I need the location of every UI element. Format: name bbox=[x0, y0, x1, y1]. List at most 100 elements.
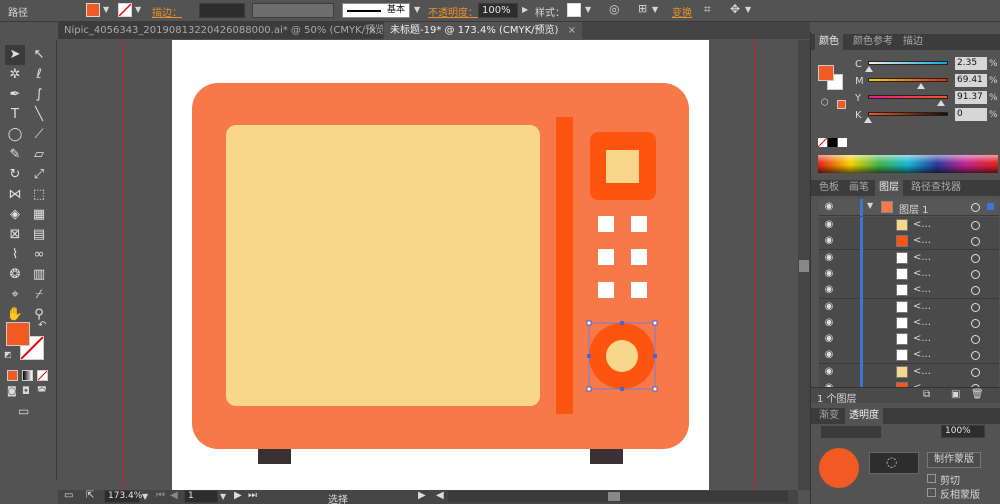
invert-mask-checkbox[interactable] bbox=[927, 488, 936, 497]
magic-wand-tool-icon[interactable]: ✲ bbox=[5, 65, 25, 85]
tab-color-guide[interactable]: 颜色参考 bbox=[849, 34, 897, 50]
prev-page-icon[interactable]: ◀ bbox=[170, 490, 178, 501]
opacity-label[interactable]: 不透明度： bbox=[428, 4, 478, 19]
eye-icon[interactable]: ◉ bbox=[821, 284, 837, 296]
screen-mode-icon[interactable]: ▭ bbox=[18, 404, 29, 418]
scrollbar-thumb[interactable] bbox=[799, 260, 809, 272]
chevron-right-icon[interactable]: ▶ bbox=[522, 5, 528, 14]
transparency-opacity-field[interactable]: 100% bbox=[941, 425, 985, 438]
close-icon[interactable]: × bbox=[568, 22, 576, 39]
page-field[interactable]: 1 bbox=[184, 490, 218, 503]
chevron-down-icon[interactable]: ▼ bbox=[135, 5, 141, 14]
target-icon[interactable] bbox=[971, 237, 980, 247]
eye-icon[interactable]: ◉ bbox=[821, 235, 837, 247]
chevron-down-icon[interactable]: ▼ bbox=[414, 5, 420, 14]
target-icon[interactable] bbox=[971, 286, 980, 296]
eye-icon[interactable]: ◉ bbox=[821, 333, 837, 345]
tab-layers[interactable]: 图层 bbox=[875, 180, 903, 196]
black-swatch[interactable] bbox=[828, 138, 837, 147]
none-mode-icon[interactable] bbox=[37, 370, 48, 381]
stroke-label[interactable]: 描边： bbox=[152, 4, 182, 19]
paintbrush-tool-icon[interactable]: ⟋ bbox=[29, 125, 49, 145]
channel-k-value[interactable]: 0 bbox=[955, 108, 987, 121]
clip-checkbox[interactable] bbox=[927, 474, 936, 483]
shape-builder-tool-icon[interactable]: ◈ bbox=[5, 205, 25, 225]
sublayer-name[interactable]: <... bbox=[913, 333, 931, 344]
rotate-tool-icon[interactable]: ↻ bbox=[5, 165, 25, 185]
draw-behind-icon[interactable]: ◘ bbox=[22, 386, 30, 397]
eye-icon[interactable]: ◉ bbox=[821, 317, 837, 329]
perspective-grid-tool-icon[interactable]: ▦ bbox=[29, 205, 49, 225]
chevron-down-icon[interactable]: ▼ bbox=[745, 5, 751, 14]
scale-tool-icon[interactable]: ⤢ bbox=[29, 165, 49, 185]
sublayer-row[interactable]: ◉ <... bbox=[819, 298, 999, 316]
fill-swatch[interactable] bbox=[86, 3, 100, 17]
eye-icon[interactable]: ◉ bbox=[821, 252, 837, 264]
tab-gradient[interactable]: 渐变 bbox=[815, 408, 843, 424]
out-of-gamut-icon[interactable]: ⬡ bbox=[821, 98, 829, 108]
next-page-icon[interactable]: ▶ bbox=[234, 490, 242, 501]
color-spectrum[interactable] bbox=[818, 155, 998, 173]
sublayer-name[interactable]: <... bbox=[913, 317, 931, 328]
column-graph-tool-icon[interactable]: ▥ bbox=[29, 265, 49, 285]
chevron-down-icon[interactable]: ▼ bbox=[142, 492, 148, 501]
tab-document-1[interactable]: Nipic_4056343_20190813220426088000.ai* @… bbox=[58, 22, 383, 39]
close-icon[interactable]: × bbox=[369, 22, 377, 39]
sublayer-row[interactable]: ◉ <... bbox=[819, 233, 999, 251]
target-icon[interactable] bbox=[971, 253, 980, 263]
sublayer-name[interactable]: <... bbox=[913, 366, 931, 377]
tab-stroke[interactable]: 描边 bbox=[899, 34, 927, 50]
tab-brushes[interactable]: 画笔 bbox=[845, 180, 873, 196]
zoom-field[interactable]: 173.4% bbox=[104, 490, 142, 503]
slider-thumb[interactable] bbox=[864, 117, 872, 123]
pencil-tool-icon[interactable]: ✎ bbox=[5, 145, 25, 165]
artboard-tool-icon[interactable]: ⌖ bbox=[5, 285, 25, 305]
sublayer-name[interactable]: <... bbox=[913, 301, 931, 312]
make-mask-button[interactable]: 制作蒙版 bbox=[927, 452, 981, 468]
channel-c-value[interactable]: 2.35 bbox=[955, 57, 987, 70]
target-icon[interactable] bbox=[971, 269, 980, 279]
target-icon[interactable] bbox=[971, 367, 980, 377]
first-page-icon[interactable]: ⏮ bbox=[156, 490, 165, 501]
canvas[interactable] bbox=[58, 40, 798, 490]
symbol-sprayer-tool-icon[interactable]: ❂ bbox=[5, 265, 25, 285]
brush-definition[interactable]: 基本 bbox=[342, 3, 410, 18]
align-icon[interactable]: ⊞ bbox=[638, 2, 647, 15]
artboard-nav-icon[interactable]: ▭ bbox=[64, 490, 73, 501]
slider-thumb[interactable] bbox=[865, 66, 873, 72]
target-icon[interactable] bbox=[971, 302, 980, 312]
new-layer-icon[interactable]: ▣ bbox=[951, 389, 960, 400]
gamut-swatch[interactable] bbox=[837, 100, 846, 109]
sublayer-row[interactable]: ◉ <... bbox=[819, 249, 999, 267]
expand-triangle-icon[interactable]: ▼ bbox=[867, 201, 873, 210]
delete-icon[interactable]: 🗑 bbox=[971, 389, 984, 400]
draw-normal-icon[interactable]: ◙ bbox=[7, 386, 17, 397]
slider-k[interactable] bbox=[868, 112, 948, 116]
eye-icon[interactable]: ◉ bbox=[821, 301, 837, 313]
eye-icon[interactable]: ◉ bbox=[821, 201, 837, 213]
opacity-field[interactable]: 100% bbox=[478, 3, 518, 18]
sublayer-name[interactable]: <... bbox=[913, 252, 931, 263]
eye-icon[interactable]: ◉ bbox=[821, 219, 837, 231]
slider-thumb[interactable] bbox=[917, 83, 925, 89]
arrange-icon[interactable]: ✥ bbox=[730, 2, 740, 16]
slider-m[interactable] bbox=[868, 78, 948, 82]
chevron-down-icon[interactable]: ▼ bbox=[103, 5, 109, 14]
stroke-swatch[interactable] bbox=[118, 3, 132, 17]
sublayer-name[interactable]: <... bbox=[913, 235, 931, 246]
slice-tool-icon[interactable]: ⌿ bbox=[29, 285, 49, 305]
line-tool-icon[interactable]: ╲ bbox=[29, 105, 49, 125]
sublayer-row[interactable]: ◉ <... bbox=[819, 282, 999, 300]
opacity-mask-thumbnail[interactable] bbox=[819, 448, 859, 488]
channel-m-value[interactable]: 69.41 bbox=[955, 74, 987, 87]
isolate-icon[interactable]: ⌗ bbox=[704, 2, 711, 17]
draw-inside-icon[interactable]: ◚ bbox=[37, 386, 47, 397]
panel-fill-swatch[interactable] bbox=[818, 65, 834, 81]
gradient-tool-icon[interactable]: ▤ bbox=[29, 225, 49, 245]
sublayer-row[interactable]: ◉ <... bbox=[819, 331, 999, 349]
channel-y-value[interactable]: 91.37 bbox=[955, 91, 987, 104]
tab-pathfinder[interactable]: 路径查找器 bbox=[907, 180, 965, 196]
white-swatch[interactable] bbox=[838, 138, 847, 147]
slider-c[interactable] bbox=[868, 61, 948, 65]
status-menu-icon[interactable]: ▶ bbox=[418, 490, 426, 501]
